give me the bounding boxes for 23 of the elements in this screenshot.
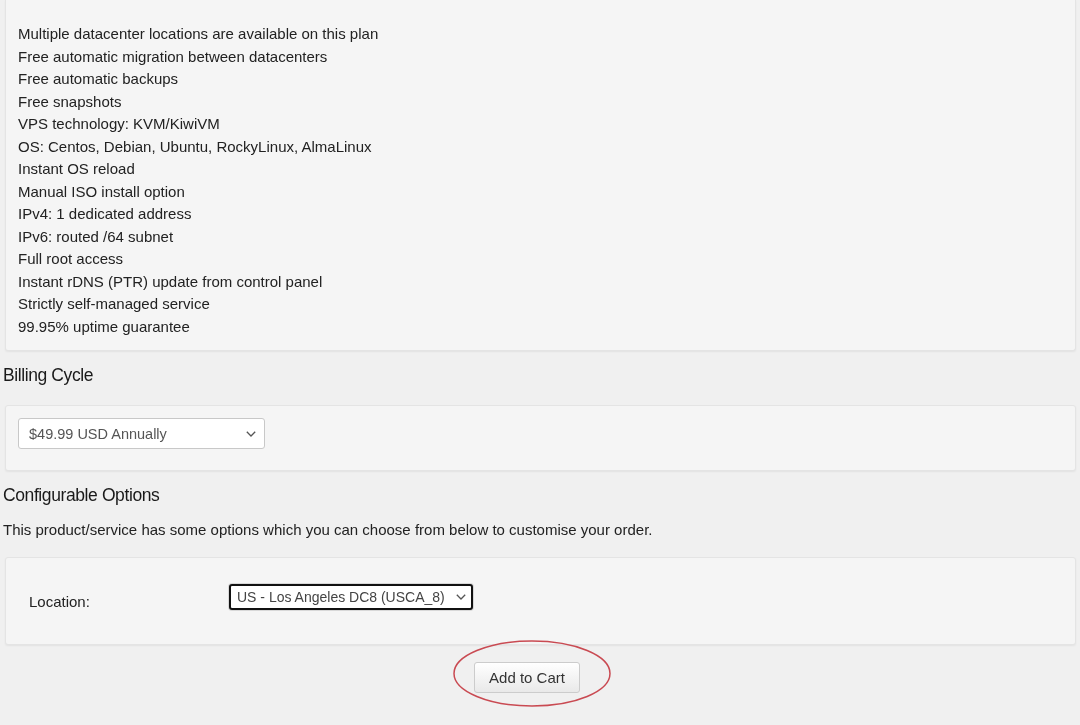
configurable-options-heading: Configurable Options — [3, 484, 160, 507]
billing-cycle-heading: Billing Cycle — [3, 364, 94, 387]
feature-text: Free automatic migration between datacenters — [18, 46, 328, 67]
feature-text: IPv4: 1 dedicated address — [18, 204, 192, 224]
chevron-down-icon — [456, 594, 466, 600]
feature-text: Instant OS reload — [18, 159, 135, 179]
feature-text: IPv6: routed /64 subnet — [18, 226, 174, 247]
feature-text: Free snapshots — [18, 91, 122, 112]
feature-text: Instant rDNS (PTR) update from control panel — [18, 271, 323, 292]
feature-text: Manual ISO install option — [18, 181, 185, 202]
add-to-cart-button[interactable]: Add to Cart — [474, 662, 580, 693]
feature-text: Free automatic backups — [18, 69, 179, 89]
location-dropdown[interactable]: US - Los Angeles DC8 (USCA_8) — [229, 584, 473, 610]
feature-text: Strictly self-managed service — [18, 294, 210, 314]
feature-text: Full root access — [18, 249, 124, 269]
options-description: This product/service has some options which you can choose from below to customise your order. — [3, 520, 653, 540]
feature-text: 99.95% uptime guarantee — [18, 316, 190, 337]
feature-text: OS: Centos, Debian, Ubuntu, RockyLinux, AlmaLinux — [18, 136, 372, 157]
feature-text: Multiple datacenter locations are available on this plan — [18, 24, 379, 44]
chevron-down-icon — [246, 430, 256, 437]
location-label: Location: — [29, 591, 91, 610]
feature-text: VPS technology: KVM/KiwiVM — [18, 114, 220, 134]
billing-cycle-dropdown[interactable]: $49.99 USD Annually — [18, 418, 265, 449]
